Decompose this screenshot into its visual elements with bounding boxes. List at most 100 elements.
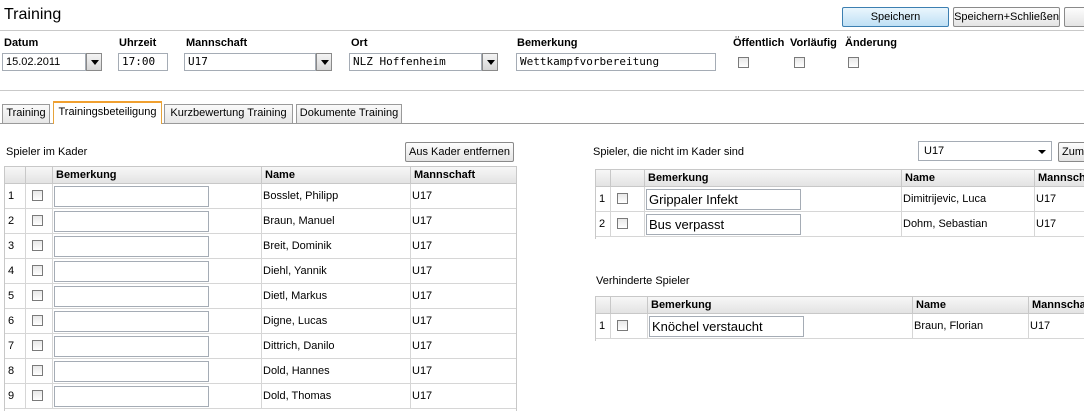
- checkbox-cell: [25, 384, 52, 408]
- page-title: Training: [4, 6, 62, 23]
- bemerkung-input[interactable]: [54, 261, 209, 282]
- add-to-kader-button[interactable]: Zum K: [1058, 142, 1084, 162]
- tab-training[interactable]: Training: [2, 104, 50, 123]
- team-filter-value: U17: [924, 145, 945, 157]
- name-cell: Dold, Thomas: [261, 384, 410, 408]
- bemerkung-cell: [52, 259, 261, 283]
- table-row: 6 Digne, Lucas U17: [5, 309, 516, 334]
- row-number: 7: [8, 340, 15, 352]
- bemerkung-input[interactable]: [54, 286, 209, 307]
- verhindert-section-label: Verhinderte Spieler: [596, 275, 690, 287]
- row-checkbox[interactable]: [32, 265, 43, 276]
- aenderung-checkbox[interactable]: [848, 57, 859, 68]
- table-row: 3 Breit, Dominik U17: [5, 234, 516, 259]
- name-cell: Dittrich, Danilo: [261, 334, 410, 358]
- header-bemerkung: Bemerkung: [52, 167, 262, 184]
- row-checkbox[interactable]: [617, 193, 628, 204]
- bemerkung-input[interactable]: [54, 386, 209, 407]
- table-row: 2 Braun, Manuel U17: [5, 209, 516, 234]
- bemerkung-cell: [52, 284, 261, 308]
- bemerkung-cell: [52, 209, 261, 233]
- row-checkbox[interactable]: [32, 190, 43, 201]
- bemerkung-input[interactable]: [54, 211, 209, 232]
- row-checkbox[interactable]: [32, 290, 43, 301]
- aenderung-label: Änderung: [845, 37, 897, 49]
- header-checkbox-column: [25, 167, 55, 184]
- bemerkung-cell: [52, 359, 261, 383]
- bemerkung-input[interactable]: [54, 186, 209, 207]
- uhrzeit-field[interactable]: 17:00: [118, 53, 168, 71]
- tab-trainingsbeteiligung[interactable]: Trainingsbeteiligung: [53, 101, 162, 124]
- save-close-button[interactable]: Speichern+Schließen: [953, 7, 1060, 27]
- team-filter-select[interactable]: U17: [918, 141, 1052, 161]
- row-checkbox[interactable]: [32, 215, 43, 226]
- row-checkbox[interactable]: [617, 320, 628, 331]
- row-checkbox[interactable]: [32, 365, 43, 376]
- table-row: 9 Dold, Thomas U17: [5, 384, 516, 409]
- row-checkbox[interactable]: [32, 340, 43, 351]
- checkbox-cell: [25, 334, 52, 358]
- table-row: 1 Bosslet, Philipp U17: [5, 184, 516, 209]
- mannschaft-cell: U17: [410, 259, 516, 283]
- header-mannschaft: Mannschaft: [1034, 170, 1084, 187]
- row-checkbox[interactable]: [32, 315, 43, 326]
- more-button[interactable]: [1064, 7, 1084, 27]
- mannschaft-cell: U17: [410, 309, 516, 333]
- datum-dropdown-icon[interactable]: [86, 53, 102, 71]
- tab-dokumente[interactable]: Dokumente Training: [296, 104, 402, 123]
- name-cell: Dohm, Sebastian: [901, 212, 1034, 236]
- row-number: 2: [599, 218, 606, 230]
- header-name: Name: [912, 297, 1030, 314]
- remove-from-kader-button[interactable]: Aus Kader entfernen: [405, 142, 514, 162]
- datum-field[interactable]: 15.02.2011: [2, 53, 86, 71]
- header-bemerkung: Bemerkung: [647, 297, 915, 314]
- kader-section-label: Spieler im Kader: [6, 146, 88, 158]
- tab-kurzbewertung[interactable]: Kurzbewertung Training: [164, 104, 293, 123]
- oeffentlich-label: Öffentlich: [733, 37, 785, 49]
- row-checkbox[interactable]: [32, 390, 43, 401]
- table-row: 1 Knöchel verstaucht Braun, Florian U17: [596, 314, 1084, 339]
- row-number: 6: [8, 315, 15, 327]
- checkbox-cell: [25, 284, 52, 308]
- bemerkung-input[interactable]: [54, 361, 209, 382]
- header-divider: [0, 30, 1084, 31]
- bemerkung-cell: [52, 309, 261, 333]
- verhindert-grid-header: Bemerkung Name Mannschaft: [596, 296, 1084, 314]
- vorlaeufig-checkbox[interactable]: [794, 57, 805, 68]
- mannschaft-select[interactable]: U17: [184, 53, 316, 71]
- bemerkung-cell: [52, 334, 261, 358]
- ort-select[interactable]: NLZ Hoffenheim: [349, 53, 482, 71]
- bemerkung-input[interactable]: Bus verpasst: [646, 214, 801, 235]
- row-checkbox[interactable]: [32, 240, 43, 251]
- save-button[interactable]: Speichern: [842, 7, 949, 27]
- name-cell: Breit, Dominik: [261, 234, 410, 258]
- kader-grid: Bemerkung Name Mannschaft 1 Bosslet, Phil…: [4, 166, 517, 411]
- row-checkbox[interactable]: [617, 218, 628, 229]
- nicht-kader-grid: Bemerkung Name Mannschaft 1 Grippaler Inf…: [595, 169, 1084, 239]
- mannschaft-cell: U17: [410, 184, 516, 208]
- mannschaft-cell: U17: [410, 384, 516, 408]
- tab-bar-line: [0, 123, 1084, 124]
- mannschaft-dropdown-icon[interactable]: [316, 53, 332, 71]
- bemerkung-input[interactable]: [54, 236, 209, 257]
- ort-dropdown-icon[interactable]: [482, 53, 498, 71]
- name-cell: Bosslet, Philipp: [261, 184, 410, 208]
- name-cell: Digne, Lucas: [261, 309, 410, 333]
- bemerkung-input[interactable]: Knöchel verstaucht: [649, 316, 804, 337]
- row-number: 1: [599, 320, 606, 332]
- mannschaft-cell: U17: [410, 209, 516, 233]
- mannschaft-label: Mannschaft: [186, 37, 248, 49]
- oeffentlich-checkbox[interactable]: [738, 57, 749, 68]
- bemerkung-field[interactable]: Wettkampfvorbereitung: [516, 53, 716, 71]
- row-number: 2: [8, 215, 15, 227]
- verhindert-grid: Bemerkung Name Mannschaft 1 Knöchel verst…: [595, 296, 1084, 341]
- checkbox-cell: [25, 309, 52, 333]
- chevron-down-icon: [1038, 150, 1046, 154]
- vorlaeufig-label: Vorläufig: [790, 37, 837, 49]
- bemerkung-label: Bemerkung: [517, 37, 578, 49]
- bemerkung-input[interactable]: Grippaler Infekt: [646, 189, 801, 210]
- bemerkung-input[interactable]: [54, 311, 209, 332]
- mannschaft-cell: U17: [1034, 212, 1084, 236]
- row-number: 1: [8, 190, 15, 202]
- bemerkung-input[interactable]: [54, 336, 209, 357]
